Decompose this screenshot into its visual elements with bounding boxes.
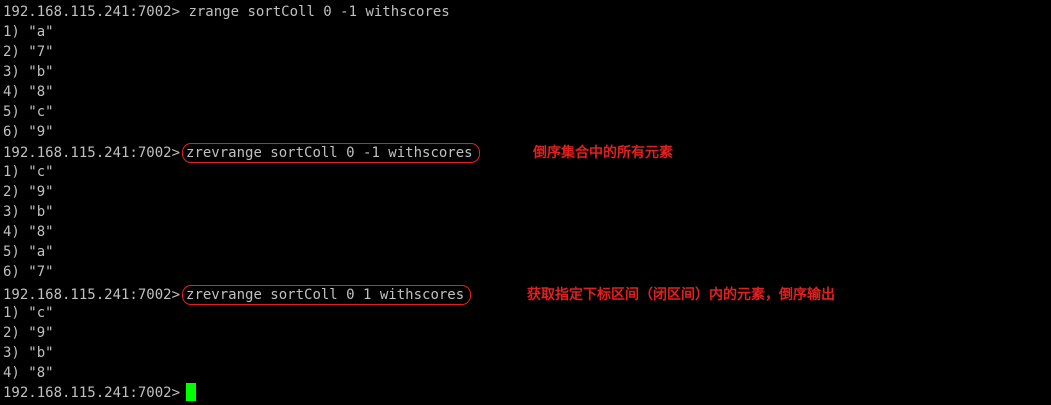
result-line: 6) "9" xyxy=(3,124,54,140)
command-line-1: 192.168.115.241:7002> zrange sortColl 0 … xyxy=(3,2,450,22)
result-line: 3) "b" xyxy=(3,345,54,361)
command-line-2: 192.168.115.241:7002> zrevrange sortColl … xyxy=(3,143,480,163)
result-line: 3) "b" xyxy=(3,64,54,80)
result-line: 4) "8" xyxy=(3,84,54,100)
result-line: 1) "c" xyxy=(3,305,54,321)
highlighted-command: zrevrange sortColl 0 1 withscores xyxy=(182,285,472,305)
result-line: 4) "8" xyxy=(3,224,54,240)
result-line: 3) "b" xyxy=(3,204,54,220)
result-line: 2) "9" xyxy=(3,325,54,341)
annotation-reverse-range: 获取指定下标区间（闭区间）内的元素，倒序输出 xyxy=(527,287,835,303)
result-line: 1) "a" xyxy=(3,24,54,40)
prompt: 192.168.115.241:7002> xyxy=(3,287,181,303)
result-line: 1) "c" xyxy=(3,164,54,180)
annotation-reverse-all: 倒序集合中的所有元素 xyxy=(533,145,673,161)
result-line: 4) "8" xyxy=(3,365,54,381)
input-line[interactable]: 192.168.115.241:7002> xyxy=(3,383,197,403)
result-line: 2) "7" xyxy=(3,44,54,60)
terminal-window[interactable]: 192.168.115.241:7002> zrange sortColl 0 … xyxy=(0,0,1051,405)
result-line: 2) "9" xyxy=(3,184,54,200)
result-line: 5) "c" xyxy=(3,104,54,120)
result-line: 6) "7" xyxy=(3,264,54,280)
command-line-3: 192.168.115.241:7002> zrevrange sortColl … xyxy=(3,285,472,305)
highlighted-command: zrevrange sortColl 0 -1 withscores xyxy=(182,143,480,163)
prompt: 192.168.115.241:7002> xyxy=(3,145,181,161)
prompt: 192.168.115.241:7002> xyxy=(3,385,181,401)
command-text: zrange sortColl 0 -1 withscores xyxy=(180,4,450,20)
result-line: 5) "a" xyxy=(3,244,54,260)
text-cursor xyxy=(186,383,197,401)
prompt: 192.168.115.241:7002> xyxy=(3,4,181,20)
